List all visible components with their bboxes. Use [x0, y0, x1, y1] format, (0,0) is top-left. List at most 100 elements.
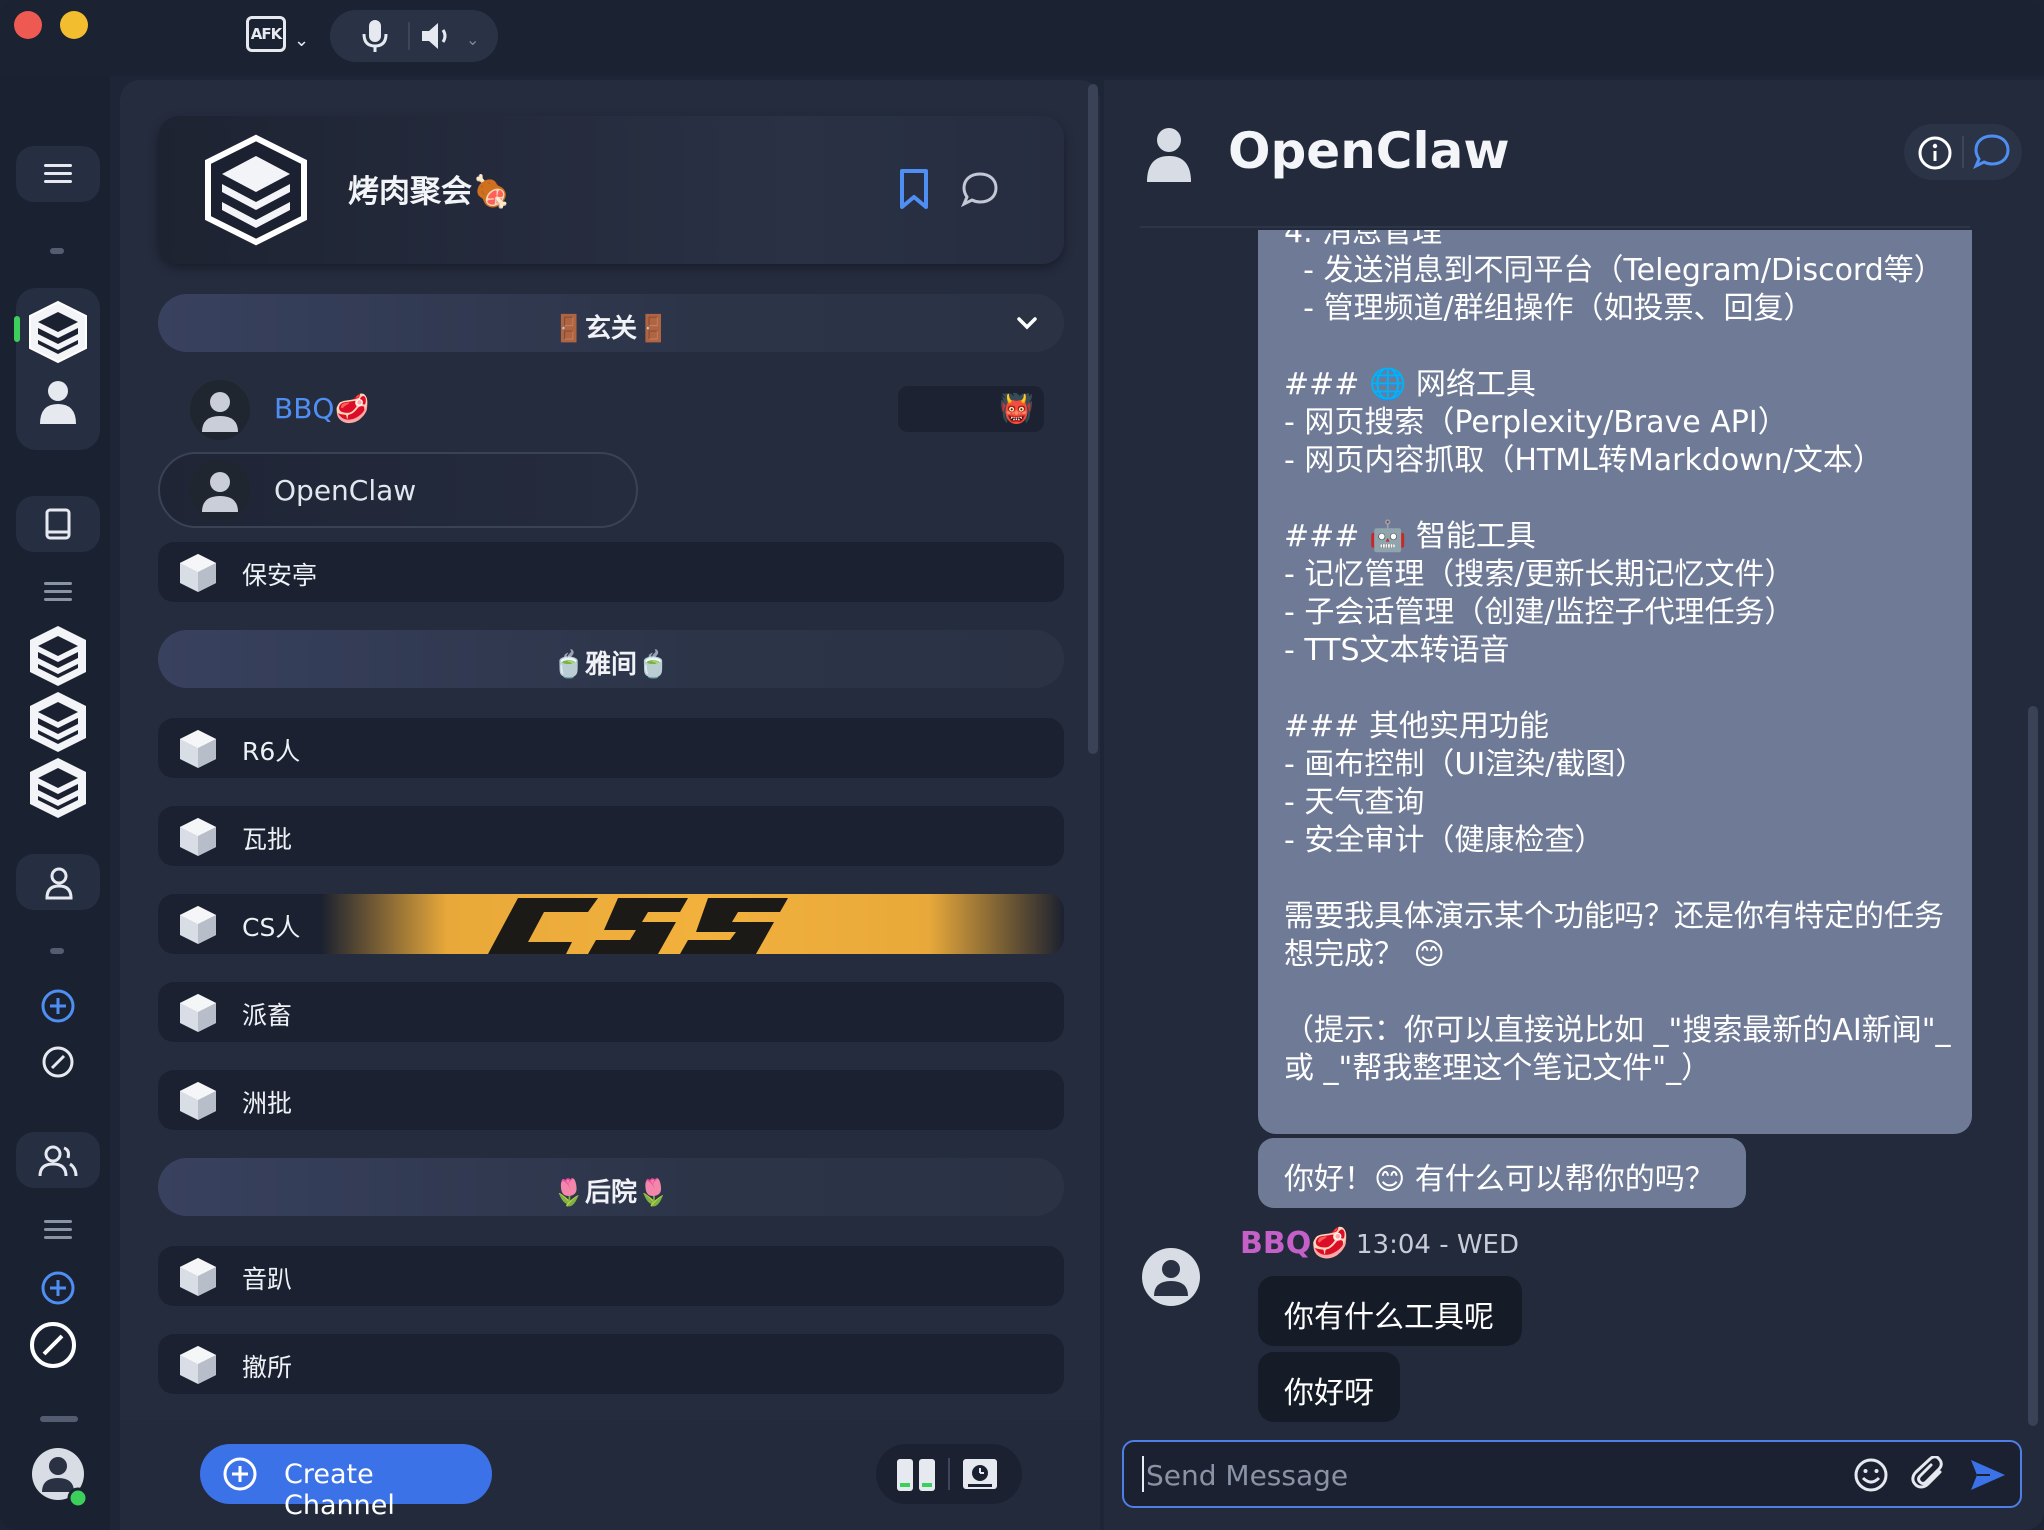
list-icon[interactable]: [42, 580, 74, 604]
server-name: 烤肉聚会🍖: [348, 174, 511, 210]
channel-list-scrollbar[interactable]: [1088, 84, 1098, 754]
category-label: 🚪玄关🚪: [552, 314, 670, 344]
add-circle-icon[interactable]: [40, 988, 76, 1024]
sender-avatar-icon[interactable]: [1140, 1246, 1202, 1308]
menu-button[interactable]: [16, 146, 100, 202]
title-bar: AFK ⌄ ⌄: [0, 0, 2044, 76]
speaker-dropdown-caret[interactable]: ⌄: [466, 30, 479, 49]
user-icon: [1147, 128, 1191, 182]
user-message-text: 你有什么工具呢: [1284, 1300, 1494, 1335]
server-cube-icon[interactable]: [26, 754, 90, 822]
send-icon[interactable]: [1968, 1456, 2008, 1494]
bot-greeting-text: 你好！😊 有什么可以帮你的吗？: [1284, 1162, 1715, 1197]
server-cube-icon[interactable]: [26, 688, 90, 756]
channel-cs[interactable]: CS人: [158, 894, 1064, 954]
channel-name: 撤所: [242, 1353, 293, 1382]
afk-icon[interactable]: AFK: [246, 16, 286, 52]
afk-dropdown-caret[interactable]: ⌄: [294, 30, 309, 51]
tools-separator: [948, 1458, 950, 1490]
cube-icon: [180, 1082, 216, 1120]
rail-divider: [50, 248, 64, 254]
voice-user-name: BBQ🥩: [274, 392, 370, 425]
friends-button[interactable]: [16, 1132, 100, 1188]
channel-name: CS人: [242, 913, 301, 942]
person-outline-icon: [45, 867, 73, 900]
server-cube-icon[interactable]: [26, 622, 90, 690]
voice-user-openclaw[interactable]: OpenClaw: [158, 452, 1064, 528]
user-message-bubble: 你有什么工具呢: [1258, 1276, 1522, 1346]
add-circle-icon[interactable]: [40, 1270, 76, 1306]
hamburger-icon: [44, 164, 72, 183]
my-avatar-icon[interactable]: [30, 1446, 90, 1510]
active-indicator: [14, 316, 20, 342]
server-header[interactable]: 烤肉聚会🍖: [158, 116, 1064, 264]
channel-name: 瓦批: [242, 825, 293, 854]
channel-valorant[interactable]: 瓦批: [158, 806, 1064, 866]
bot-message-text: 4. 消息管理 - 发送消息到不同平台（Telegram/Discord等） -…: [1284, 230, 1951, 1086]
message-sender[interactable]: BBQ🥩: [1240, 1226, 1349, 1261]
chat-scrollbar[interactable]: [2028, 706, 2038, 1426]
info-icon[interactable]: [1916, 134, 1954, 172]
add-circle-icon: [223, 1457, 257, 1491]
create-channel-button[interactable]: Create Channel: [200, 1444, 492, 1521]
channel-toilet[interactable]: 撤所: [158, 1334, 1064, 1394]
user-icon: [202, 472, 238, 512]
channel-party[interactable]: 派畜: [158, 982, 1064, 1042]
server-cube-icon[interactable]: [26, 298, 90, 366]
message-composer: [1122, 1440, 2022, 1508]
rail-divider: [40, 1416, 78, 1422]
microphone-icon[interactable]: [358, 18, 392, 54]
chat-header-actions: [1904, 124, 2022, 180]
chat-bubble-icon[interactable]: [960, 170, 1000, 210]
category-entrance[interactable]: 🚪玄关🚪: [158, 294, 1064, 352]
chat-header-divider: [1140, 226, 1970, 228]
chevron-down-icon[interactable]: [1012, 308, 1042, 338]
paperclip-icon[interactable]: [1910, 1456, 1948, 1494]
cube-icon: [180, 818, 216, 856]
header-separator: [1962, 136, 1964, 168]
list-icon[interactable]: [42, 1218, 74, 1242]
cube-icon: [180, 730, 216, 768]
message-input[interactable]: [1144, 1456, 1848, 1494]
close-window-button[interactable]: [14, 11, 42, 39]
screen-clock-icon[interactable]: [960, 1456, 1000, 1494]
bot-greeting-bubble: 你好！😊 有什么可以帮你的吗？: [1258, 1138, 1746, 1208]
book-icon: [45, 508, 71, 540]
user-message-bubble: 你好呀: [1258, 1352, 1400, 1422]
server-logo-icon: [205, 134, 307, 246]
speaker-icon[interactable]: [418, 18, 454, 54]
cube-icon: [180, 1346, 216, 1384]
channel-guard[interactable]: 保安亭: [158, 542, 1064, 602]
app-window: AFK ⌄ ⌄ 烤肉聚会🍖 🚪玄关🚪 BBQ🥩 👹 OpenClaw 保安亭 🍵…: [0, 0, 2044, 1530]
bookmark-icon[interactable]: [898, 168, 930, 210]
cube-icon: [180, 554, 216, 592]
compass-icon[interactable]: [28, 1320, 78, 1370]
chat-bubble-icon[interactable]: [1972, 132, 2012, 172]
bot-message-bubble: 4. 消息管理 - 发送消息到不同平台（Telegram/Discord等） -…: [1258, 230, 1972, 1134]
channel-apex[interactable]: 洲批: [158, 1070, 1064, 1130]
category-label: 🍵雅间🍵: [552, 650, 670, 680]
notebook-button[interactable]: [16, 496, 100, 552]
user-icon: [202, 392, 238, 432]
minimize-window-button[interactable]: [60, 11, 88, 39]
emoji-icon[interactable]: [1852, 1456, 1890, 1494]
profile-button[interactable]: [16, 854, 100, 910]
channel-name: 洲批: [242, 1089, 293, 1118]
category-lounge[interactable]: 🍵雅间🍵: [158, 630, 1064, 688]
channel-name: 音趴: [242, 1265, 293, 1294]
voice-user-bbq[interactable]: BBQ🥩 👹: [158, 372, 1064, 446]
create-channel-label: Create Channel: [284, 1459, 395, 1521]
compass-icon[interactable]: [40, 1044, 76, 1080]
category-backyard[interactable]: 🌷后院🌷: [158, 1158, 1064, 1216]
cube-icon: [180, 994, 216, 1032]
rail-divider: [50, 948, 64, 954]
channel-r6[interactable]: R6人: [158, 718, 1064, 778]
user-icon[interactable]: [38, 378, 78, 426]
cs-banner-art: [488, 898, 788, 954]
split-view-icon[interactable]: [894, 1456, 938, 1494]
audio-separator: [408, 22, 410, 50]
channel-music[interactable]: 音趴: [158, 1246, 1064, 1306]
channel-name: R6人: [242, 737, 301, 766]
people-icon: [38, 1145, 78, 1177]
server-group: [14, 288, 100, 450]
